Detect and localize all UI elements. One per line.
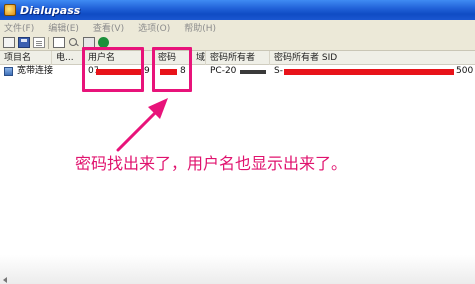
menu-options[interactable]: 选项(O) [138, 21, 170, 34]
column-domain[interactable]: 域 [192, 51, 206, 65]
dialupass-window: Dialupass 文件(F) 编辑(E) 查看(V) 选项(O) 帮助(H) … [0, 0, 475, 284]
key-icon [4, 4, 16, 16]
domain-cell [192, 65, 206, 78]
annotation-text: 密码找出来了，用户名也显示出来了。 [75, 154, 348, 173]
bottom-status-area [0, 255, 475, 284]
column-phone[interactable]: 电... [52, 51, 84, 65]
menu-file[interactable]: 文件(F) [4, 21, 34, 34]
column-owner-sid[interactable]: 密码所有者 SID [270, 51, 475, 65]
title-bar[interactable]: Dialupass [0, 0, 475, 20]
table-row[interactable]: 宽带连接 07 9 8 PC-20 S- 500 [0, 65, 475, 78]
document-icon[interactable] [33, 37, 45, 48]
menu-view[interactable]: 查看(V) [93, 21, 124, 34]
connection-icon [4, 67, 13, 76]
window-title: Dialupass [20, 3, 81, 17]
owner-cell: PC-20 [210, 66, 237, 76]
menu-edit[interactable]: 编辑(E) [48, 21, 79, 34]
toolbar-separator [48, 36, 49, 49]
password-highlight-box [152, 47, 192, 92]
username-highlight-box [82, 47, 144, 92]
column-password-owner[interactable]: 密码所有者 [206, 51, 270, 65]
toolbar [0, 35, 475, 51]
list-header: 项目名 电... 用户名 密码 域 密码所有者 密码所有者 SID [0, 51, 475, 65]
copy-icon[interactable] [53, 37, 65, 48]
column-entry-name[interactable]: 项目名 [0, 51, 52, 65]
menu-bar: 文件(F) 编辑(E) 查看(V) 选项(O) 帮助(H) [0, 20, 475, 35]
scroll-left-icon[interactable] [3, 277, 7, 283]
owner-redaction [240, 70, 266, 74]
entry-name-cell: 宽带连接 [17, 66, 53, 76]
view-icon[interactable] [3, 37, 15, 48]
owner-sid-cell-end: 500 [456, 66, 474, 76]
menu-help[interactable]: 帮助(H) [184, 21, 216, 34]
phone-cell [52, 65, 84, 78]
find-icon[interactable] [68, 37, 80, 48]
save-icon[interactable] [18, 37, 30, 48]
owner-sid-redaction [284, 69, 454, 75]
